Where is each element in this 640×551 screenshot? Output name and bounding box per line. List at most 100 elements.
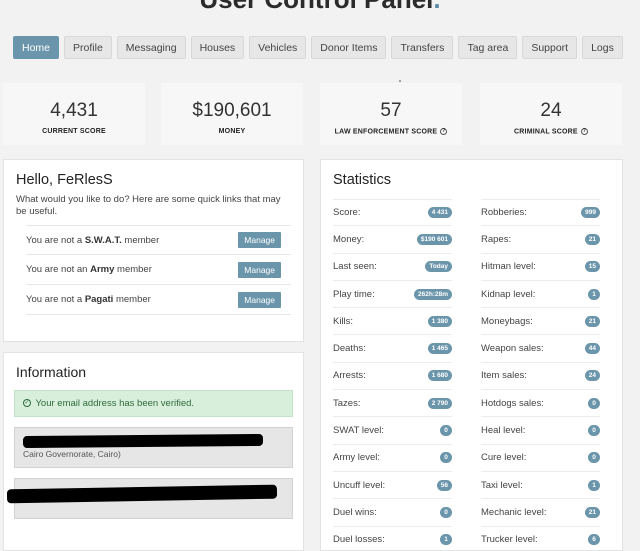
- information-panel: Information ✓ Your email address has bee…: [3, 352, 304, 551]
- stat-row: Duel wins: 0: [333, 499, 452, 527]
- address-text: Cairo Governorate, Cairo): [23, 449, 121, 459]
- stat-badge: 44: [584, 343, 600, 355]
- redaction-mark: [6, 484, 278, 504]
- stat-row: Cure level: 0: [481, 445, 600, 472]
- stat-row: Trucker level: 6: [481, 527, 600, 550]
- tab-vehicles[interactable]: Vehicles: [249, 36, 307, 59]
- criminal-score-label: CRIMINAL SCORE ?: [514, 128, 588, 136]
- check-circle-icon: ✓: [23, 399, 31, 408]
- stat-row: Duel losses: 1: [333, 527, 452, 550]
- stat-badge: 999: [581, 207, 600, 219]
- manage-pagati-button[interactable]: Manage: [238, 291, 281, 308]
- address-box: Cairo Governorate, Cairo): [14, 427, 293, 468]
- current-score-value: 4,431: [50, 100, 98, 121]
- stat-row: Kidnap level: 1: [481, 281, 600, 309]
- current-score-label: CURRENT SCORE: [42, 128, 106, 135]
- tab-support[interactable]: Support: [522, 36, 578, 59]
- membership-row-army: You are not an Army member Manage: [26, 255, 291, 285]
- stat-row: Army level: 0: [333, 445, 452, 472]
- law-enforcement-score-label: LAW ENFORCEMENT SCORE ?: [334, 128, 448, 136]
- help-icon[interactable]: ?: [580, 128, 588, 135]
- help-icon[interactable]: ?: [440, 128, 448, 135]
- stat-row: Uncuff level: 56: [333, 472, 452, 500]
- tab-houses[interactable]: Houses: [190, 36, 245, 59]
- stat-row: Money: $190 601: [333, 226, 452, 254]
- stat-badge: 21: [584, 233, 600, 245]
- stat-badge: 0: [588, 397, 600, 409]
- statistics-panel: Statistics Score: 4 431 Money: $190 601 La…: [320, 159, 623, 551]
- statistics-columns: Score: 4 431 Money: $190 601 Last seen: Tod…: [333, 199, 610, 550]
- membership-list: You are not a S.W.A.T. member Manage You…: [16, 225, 291, 315]
- stat-badge: $190 601: [416, 233, 452, 245]
- statistics-title: Statistics: [333, 172, 392, 188]
- current-score-card: 4,431 CURRENT SCORE: [3, 83, 145, 145]
- address-box-2: [6, 478, 293, 519]
- stat-badge: 0: [588, 452, 600, 464]
- stat-badge: 262h:28m: [414, 288, 452, 300]
- tab-transfers[interactable]: Transfers: [391, 36, 454, 59]
- stat-badge: 21: [584, 315, 600, 327]
- stat-badge: 4 431: [427, 207, 452, 219]
- manage-army-button[interactable]: Manage: [238, 261, 281, 278]
- stat-row: Heal level: 0: [481, 417, 600, 445]
- stat-row: Hotdogs sales: 0: [481, 390, 600, 418]
- stat-row: Kills: 1 380: [333, 308, 452, 336]
- tab-profile[interactable]: Profile: [64, 36, 112, 59]
- information-title: Information: [16, 364, 87, 380]
- stat-row: Moneybags: 21: [481, 308, 600, 336]
- stat-badge: 1 380: [427, 315, 452, 327]
- stat-badge: 2 790: [427, 397, 452, 409]
- stat-badge: 1: [588, 288, 600, 300]
- stat-row: Item sales: 24: [481, 363, 600, 391]
- criminal-score-card: 24 CRIMINAL SCORE ?: [480, 83, 622, 145]
- stat-badge: 0: [440, 425, 452, 437]
- membership-row-swat: You are not a S.W.A.T. member Manage: [26, 225, 291, 255]
- stat-row: Mechanic level: 21: [481, 499, 600, 527]
- statistics-left-column: Score: 4 431 Money: $190 601 Last seen: Tod…: [333, 199, 452, 550]
- tab-home[interactable]: Home: [13, 36, 60, 59]
- stat-row: Robberies: 999: [481, 199, 600, 227]
- tab-logs[interactable]: Logs: [582, 36, 623, 59]
- stat-row: Play time: 262h:28m: [333, 281, 452, 309]
- stat-badge: Today: [425, 261, 452, 273]
- money-label: MONEY: [218, 128, 246, 135]
- stat-row: Arrests: 1 680: [333, 363, 452, 391]
- stat-row: Score: 4 431: [333, 199, 452, 227]
- stat-badge: 15: [584, 261, 600, 273]
- stat-row: Last seen: Today: [333, 254, 452, 281]
- hello-panel: Hello, FeRlesS What would you like to do…: [3, 159, 304, 342]
- stat-badge: 56: [436, 479, 452, 491]
- money-card: $190,601 MONEY: [161, 83, 303, 145]
- email-verified-alert: ✓ Your email address has been verified.: [14, 390, 293, 417]
- page-title: User Control Panel.: [0, 0, 640, 10]
- law-enforcement-score-value: 57: [380, 100, 402, 121]
- law-enforcement-score-card: 57 LAW ENFORCEMENT SCORE ?: [320, 83, 462, 145]
- stat-badge: 0: [588, 425, 600, 437]
- stat-row: Hitman level: 15: [481, 254, 600, 281]
- statistics-right-column: Robberies: 999 Rapes: 21 Hitman level: 15 K…: [481, 199, 600, 550]
- stat-row: Deaths: 1 465: [333, 335, 452, 363]
- tab-tag-area[interactable]: Tag area: [458, 36, 518, 59]
- stat-badge: 1 465: [427, 343, 452, 355]
- manage-swat-button[interactable]: Manage: [238, 232, 281, 248]
- stat-badge: 1 680: [427, 370, 452, 382]
- stat-row: Taxi level: 1: [481, 472, 600, 500]
- stat-badge: 6: [588, 534, 600, 546]
- money-value: $190,601: [192, 100, 272, 121]
- stat-row: Weapon sales: 44: [481, 335, 600, 363]
- membership-row-pagati: You are not a Pagati member Manage: [26, 285, 291, 315]
- decorative-dot: [399, 80, 401, 82]
- tab-messaging[interactable]: Messaging: [116, 36, 186, 59]
- tab-donor-items[interactable]: Donor Items: [311, 36, 387, 59]
- stat-badge: 1: [440, 534, 452, 546]
- stat-badge: 0: [440, 506, 452, 518]
- stat-badge: 24: [584, 370, 600, 382]
- redaction-mark: [22, 433, 264, 449]
- criminal-score-value: 24: [540, 100, 562, 121]
- stat-row: Tazes: 2 790: [333, 390, 452, 418]
- hello-title: Hello, FeRlesS: [16, 172, 113, 188]
- hello-subtitle: What would you like to do? Here are some…: [16, 194, 281, 217]
- stat-badge: 0: [440, 452, 452, 464]
- stat-badge: 21: [584, 506, 600, 518]
- stat-badge: 1: [588, 479, 600, 491]
